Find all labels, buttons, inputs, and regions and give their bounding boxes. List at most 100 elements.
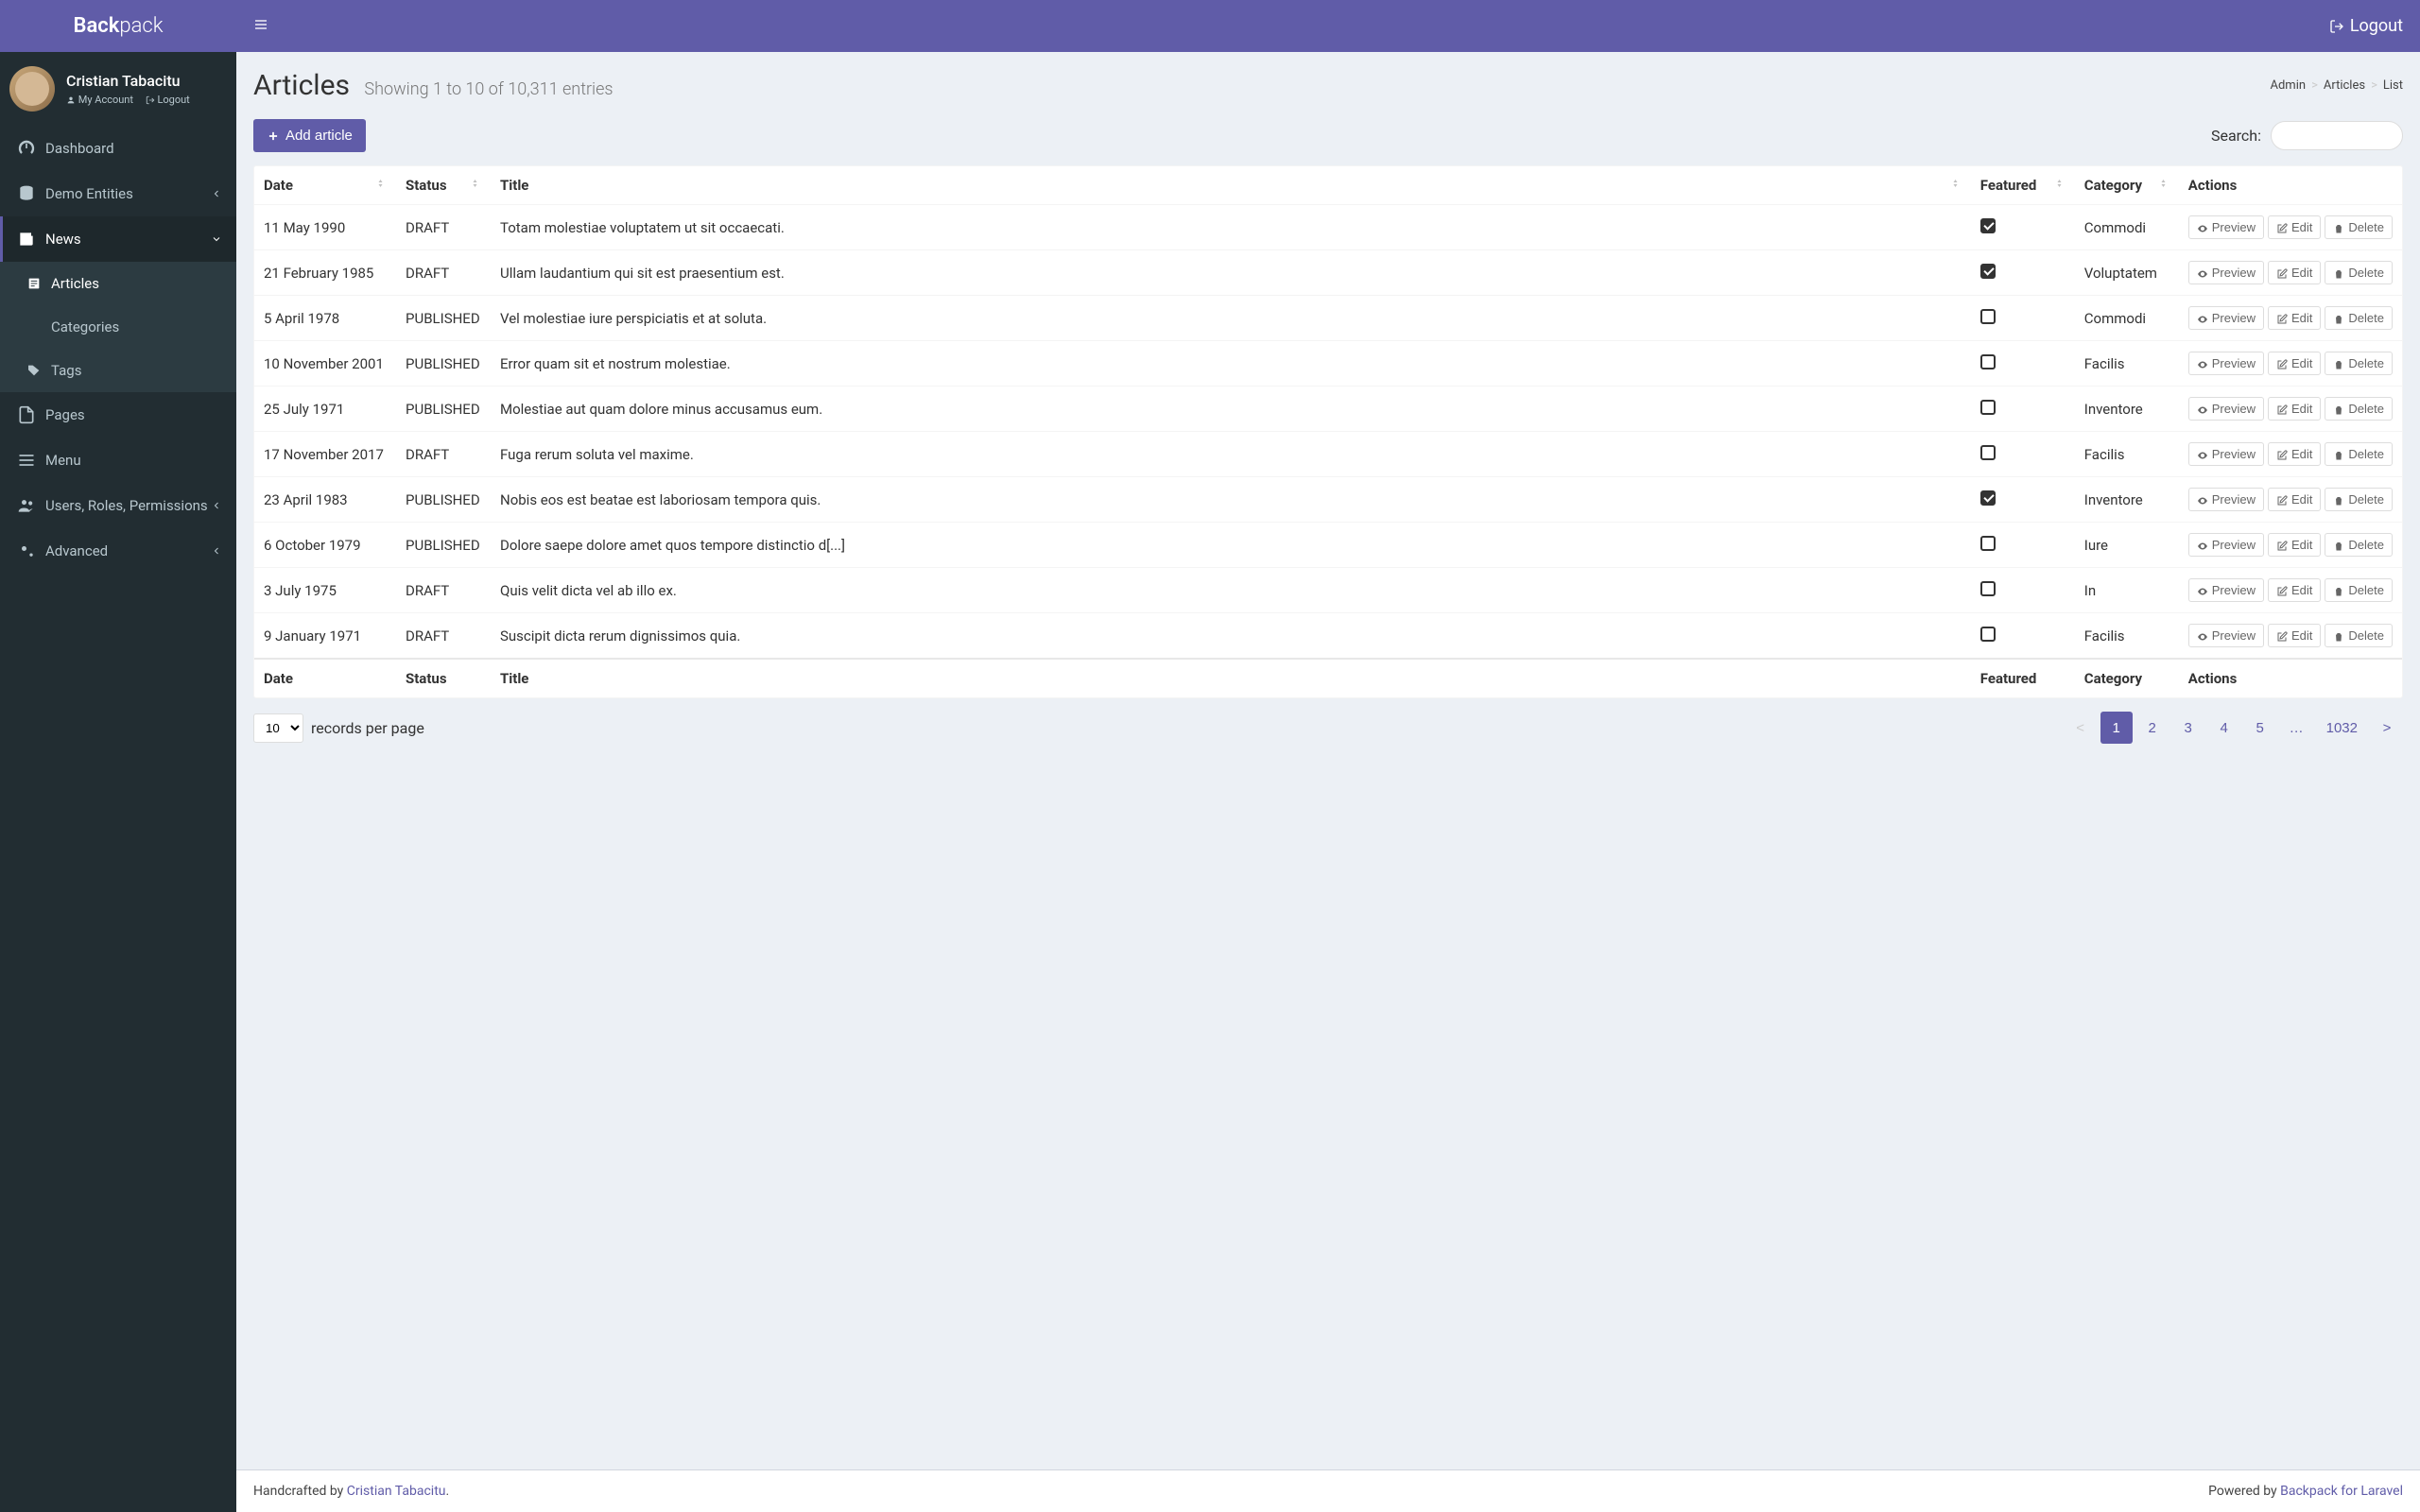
cell-category: Commodi xyxy=(2075,205,2179,250)
delete-button[interactable]: Delete xyxy=(2325,624,2393,647)
sidebar-item-menu[interactable]: Menu xyxy=(0,438,236,483)
cell-category: Commodi xyxy=(2075,296,2179,341)
logout-button[interactable]: Logout xyxy=(2329,16,2403,36)
preview-button[interactable]: Preview xyxy=(2188,624,2264,647)
delete-button[interactable]: Delete xyxy=(2325,352,2393,375)
eye-icon xyxy=(2197,402,2212,416)
eye-icon xyxy=(2197,356,2212,370)
sidebar-item-label: News xyxy=(45,231,211,248)
avatar[interactable] xyxy=(9,66,55,112)
logout-link-small[interactable]: Logout xyxy=(146,94,190,106)
delete-button[interactable]: Delete xyxy=(2325,306,2393,330)
preview-button[interactable]: Preview xyxy=(2188,397,2264,421)
cell-title: Ullam laudantium qui sit est praesentium… xyxy=(491,250,1971,296)
column-header-date[interactable]: Date xyxy=(254,166,396,205)
delete-button[interactable]: Delete xyxy=(2325,397,2393,421)
edit-button[interactable]: Edit xyxy=(2268,578,2321,602)
preview-button[interactable]: Preview xyxy=(2188,442,2264,466)
cell-status: DRAFT xyxy=(396,432,491,477)
column-header-category[interactable]: Category xyxy=(2075,166,2179,205)
page-button-3[interactable]: 3 xyxy=(2172,712,2204,744)
my-account-link[interactable]: My Account xyxy=(66,94,133,106)
cell-actions: Preview Edit Delete xyxy=(2179,568,2402,613)
cell-title: Vel molestiae iure perspiciatis et at so… xyxy=(491,296,1971,341)
sidebar-item-demo-entities[interactable]: Demo Entities xyxy=(0,171,236,216)
sidebar-subitem-categories[interactable]: Categories xyxy=(0,305,236,349)
sidebar-item-advanced[interactable]: Advanced xyxy=(0,528,236,574)
column-header-actions: Actions xyxy=(2179,166,2402,205)
breadcrumb-item[interactable]: Articles xyxy=(2324,78,2365,93)
delete-button[interactable]: Delete xyxy=(2325,261,2393,284)
column-header-status[interactable]: Status xyxy=(396,166,491,205)
edit-button[interactable]: Edit xyxy=(2268,261,2321,284)
cell-title: Totam molestiae voluptatem ut sit occaec… xyxy=(491,205,1971,250)
edit-button[interactable]: Edit xyxy=(2268,352,2321,375)
delete-button[interactable]: Delete xyxy=(2325,533,2393,557)
list-icon xyxy=(26,319,42,335)
add-article-button[interactable]: Add article xyxy=(253,119,366,152)
page-button-2[interactable]: 2 xyxy=(2136,712,2169,744)
column-header-featured[interactable]: Featured xyxy=(1971,166,2075,205)
column-header-title[interactable]: Title xyxy=(491,166,1971,205)
delete-button[interactable]: Delete xyxy=(2325,488,2393,511)
preview-button[interactable]: Preview xyxy=(2188,578,2264,602)
edit-icon xyxy=(2276,356,2291,370)
cell-date: 9 January 1971 xyxy=(254,613,396,660)
table-container: DateStatusTitleFeaturedCategoryActions 1… xyxy=(253,165,2403,698)
footer: Handcrafted by Cristian Tabacitu. Powere… xyxy=(236,1469,2420,1512)
table-row: 17 November 2017 DRAFT Fuga rerum soluta… xyxy=(254,432,2402,477)
sidebar-item-label: Menu xyxy=(45,452,222,469)
sidebar-item-pages[interactable]: Pages xyxy=(0,392,236,438)
sidebar-subitem-articles[interactable]: Articles xyxy=(0,262,236,305)
delete-button[interactable]: Delete xyxy=(2325,578,2393,602)
cell-actions: Preview Edit Delete xyxy=(2179,523,2402,568)
cell-featured xyxy=(1971,341,2075,387)
page-button-1[interactable]: 1 xyxy=(2100,712,2133,744)
logo-area[interactable]: Backpack xyxy=(0,0,236,52)
check-icon xyxy=(1980,264,1996,279)
cell-actions: Preview Edit Delete xyxy=(2179,477,2402,523)
preview-button[interactable]: Preview xyxy=(2188,215,2264,239)
cell-actions: Preview Edit Delete xyxy=(2179,205,2402,250)
delete-button[interactable]: Delete xyxy=(2325,442,2393,466)
preview-button[interactable]: Preview xyxy=(2188,261,2264,284)
trash-icon xyxy=(2333,402,2348,416)
edit-button[interactable]: Edit xyxy=(2268,215,2321,239)
preview-button[interactable]: Preview xyxy=(2188,306,2264,330)
edit-button[interactable]: Edit xyxy=(2268,533,2321,557)
check-icon xyxy=(1980,490,1996,506)
column-footer-actions: Actions xyxy=(2179,659,2402,697)
sidebar-item-label: Tags xyxy=(51,362,222,379)
footer-backpack-link[interactable]: Backpack for Laravel xyxy=(2280,1484,2403,1499)
sidebar-item-users-roles-permissions[interactable]: Users, Roles, Permissions xyxy=(0,483,236,528)
breadcrumb-item[interactable]: Admin xyxy=(2271,78,2307,93)
cell-featured xyxy=(1971,568,2075,613)
sidebar-item-label: Dashboard xyxy=(45,140,222,157)
hamburger-icon xyxy=(253,17,268,32)
news-icon xyxy=(17,230,36,249)
cell-status: PUBLISHED xyxy=(396,387,491,432)
edit-button[interactable]: Edit xyxy=(2268,624,2321,647)
sidebar-item-news[interactable]: News xyxy=(0,216,236,262)
page-button-5[interactable]: 5 xyxy=(2244,712,2276,744)
hamburger-button[interactable] xyxy=(253,17,268,36)
sidebar-item-dashboard[interactable]: Dashboard xyxy=(0,126,236,171)
page-next-button[interactable]: > xyxy=(2371,712,2403,744)
preview-button[interactable]: Preview xyxy=(2188,352,2264,375)
preview-button[interactable]: Preview xyxy=(2188,488,2264,511)
page-button-4[interactable]: 4 xyxy=(2208,712,2240,744)
edit-button[interactable]: Edit xyxy=(2268,442,2321,466)
per-page-select[interactable]: 10 xyxy=(253,713,303,743)
articles-table: DateStatusTitleFeaturedCategoryActions 1… xyxy=(254,166,2402,697)
edit-button[interactable]: Edit xyxy=(2268,306,2321,330)
edit-button[interactable]: Edit xyxy=(2268,488,2321,511)
eye-icon xyxy=(2197,583,2212,597)
footer-author-link[interactable]: Cristian Tabacitu xyxy=(347,1484,446,1499)
search-wrap: Search: xyxy=(2211,121,2403,150)
edit-button[interactable]: Edit xyxy=(2268,397,2321,421)
search-input[interactable] xyxy=(2271,121,2403,150)
preview-button[interactable]: Preview xyxy=(2188,533,2264,557)
sidebar-subitem-tags[interactable]: Tags xyxy=(0,349,236,392)
page-button-1032[interactable]: 1032 xyxy=(2317,712,2367,744)
delete-button[interactable]: Delete xyxy=(2325,215,2393,239)
